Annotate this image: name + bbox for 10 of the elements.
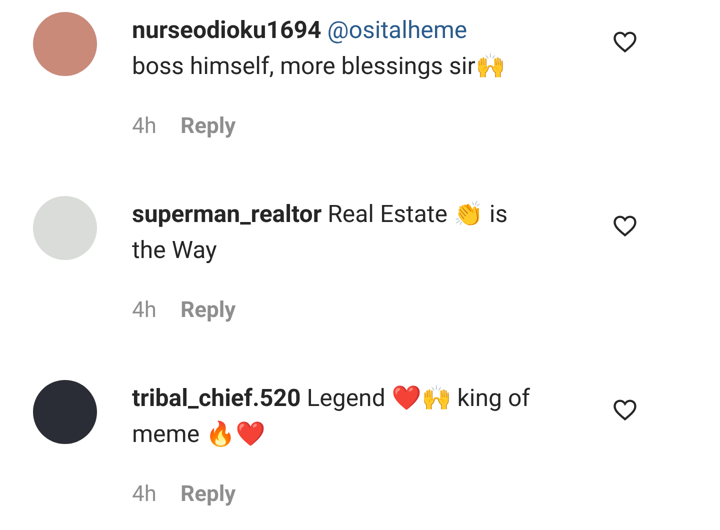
comment-text: nurseodioku1694 @ositalheme boss himself, more blessings sir🙌 (132, 15, 506, 82)
reply-button[interactable]: Reply (180, 110, 236, 143)
mention-link[interactable]: @ositalheme (327, 16, 468, 44)
reply-button[interactable]: Reply (180, 478, 236, 511)
reply-button[interactable]: Reply (180, 294, 236, 327)
comment-time: 4h (132, 297, 156, 325)
comment-time: 4h (132, 113, 156, 141)
comment-text: superman_realtor Real Estate 👏 is the Way (132, 199, 509, 266)
comment-text: tribal_chief.520 Legend ❤🙌 king of meme 🔥❤ (132, 383, 531, 450)
comment-time: 4h (132, 481, 156, 509)
